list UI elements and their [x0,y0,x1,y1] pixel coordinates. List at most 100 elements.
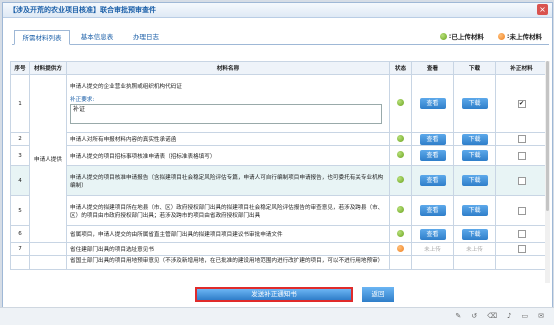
legend-uploaded-label: 已上传材料 [451,33,484,41]
header-status: 状态 [389,61,412,75]
download-button[interactable]: 下载 [461,150,488,161]
supplement-checkbox[interactable] [517,135,526,143]
not-uploaded-status-icon [397,244,404,252]
uploaded-status-icon [397,206,404,213]
download-cell: 下载 [453,225,496,243]
back-button[interactable]: 返回 [362,287,394,302]
status-cell [389,132,412,146]
supplement-checkbox[interactable] [517,245,526,253]
row-name: 申请人对所有申报材料内容的真实性承诺函 [66,132,390,146]
view-button[interactable]: 查看 [419,133,446,145]
supplement-checkbox-checked[interactable]: ✔ [517,99,526,108]
status-cell [389,242,412,256]
download-cell: 下载 [453,165,496,196]
legend-not-uploaded-label: 未上传材料 [509,33,543,41]
row-seq: 1 [10,74,30,133]
close-icon[interactable]: × [537,4,548,15]
supplement-remark-input[interactable]: 补证 [70,103,382,124]
table-row: 5 申请人提交的拟建项目所在地县（市、区）政府授权部门出具的拟建项目社会稳定风险… [10,195,548,226]
status-cell [389,165,412,196]
header-seq: 序号 [10,61,30,75]
view-not-uploaded: 未上传 [411,242,454,256]
tab-material-list[interactable]: 所需材料列表 [14,30,70,45]
view-cell: 查看 [411,165,454,196]
view-button[interactable]: 查看 [419,150,446,161]
header-name: 材料名称 [66,61,390,75]
uploaded-status-icon [397,151,404,158]
header-view: 查看 [411,61,454,75]
row-name-cell: 申请人提交的企业营业执照或组织机构代码证 补正要求: 补证 [66,74,390,133]
view-button[interactable]: 查看 [419,98,446,109]
not-uploaded-dot-icon [497,32,505,40]
supplement-checkbox[interactable] [517,230,526,238]
supplement-requirement-label: 补正要求: [70,96,95,103]
table-row-partial: 省国土部门出具的项目用地预审意见（不涉及新增用地，在已批准的建设用地范围内进行改… [10,255,548,270]
table-row: 7 省住建部门出具的项目选址意见书 未上传 未上传 [10,242,548,256]
row-seq: 3 [10,145,30,166]
provider-cell-empty [29,242,67,256]
uploaded-status-icon [397,229,404,237]
dialog-title: 【涉及开荒的农业项目核准】联合审批预审查件 [3,3,552,18]
view-cell: 查看 [411,195,454,226]
download-not-uploaded: 未上传 [453,242,496,256]
download-button[interactable]: 下载 [461,228,488,240]
provider-cell: 申请人提供 [29,74,67,243]
download-button[interactable]: 下载 [461,133,488,145]
scrollbar-thumb[interactable] [546,61,549,211]
supplement-cell [495,225,548,243]
screen-icon[interactable]: ▭ [522,312,529,320]
tab-basic-info[interactable]: 基本信息表 [74,30,120,44]
send-supplement-notice-button[interactable]: 发送补正通知书 [195,287,353,302]
row-name: 申请人提交的拟建项目所在地县（市、区）政府授权部门出具的拟建项目社会稳定风险评估… [66,195,390,226]
download-cell: 下载 [453,195,496,226]
row-seq: 2 [10,132,30,146]
provider-cell-empty [29,255,67,270]
delete-icon[interactable]: ⌫ [487,312,497,320]
view-button[interactable]: 查看 [419,205,446,216]
row-seq: 6 [10,225,30,243]
history-icon[interactable]: ↺ [471,312,477,320]
row-name: 申请人提交的企业营业执照或组织机构代码证 [70,83,182,90]
supplement-cell: ✔ [495,74,548,133]
volume-icon[interactable]: ♪ [507,312,511,320]
download-button[interactable]: 下载 [461,98,488,109]
taskbar: ✎ ↺ ⌫ ♪ ▭ ✉ [0,307,554,325]
view-button[interactable]: 查看 [419,175,446,186]
uploaded-status-icon [397,176,404,183]
view-cell: 查看 [411,225,454,243]
pin-icon[interactable]: ✎ [455,312,461,320]
tab-process-log[interactable]: 办理日志 [124,30,168,44]
table-row-highlighted: 4 申请人提交的项目核准申请报告（含拟建项目社会稳定风险评估专篇，申请人可自行编… [10,165,548,196]
supplement-cell [495,132,548,146]
mail-icon[interactable]: ✉ [538,312,544,320]
view-cell: 查看 [411,74,454,133]
row-seq-empty [10,255,30,270]
footer-buttons: 发送补正通知书 返回 [195,287,394,302]
header-provider: 材料提供方 [29,61,67,75]
view-cell: 查看 [411,132,454,146]
view-cell: 查看 [411,145,454,166]
table-row: 2 申请人对所有申报材料内容的真实性承诺函 查看 下载 [10,132,548,146]
download-button[interactable]: 下载 [461,205,488,216]
header-supplement: 补正材料 [495,61,548,75]
dialog-window: 【涉及开荒的农业项目核准】联合审批预审查件 × 所需材料列表 基本信息表 办理日… [2,2,553,308]
row-name: 省属项目，申请人提交的由所属省直主管部门出具的拟建项目项目建议书审批申请文件 [66,225,390,243]
download-button[interactable]: 下载 [461,175,488,186]
header-download: 下载 [453,61,496,75]
status-cell [389,74,412,133]
supplement-checkbox[interactable] [517,176,526,185]
supplement-cell [495,242,548,256]
table-row: 1 申请人提供 申请人提交的企业营业执照或组织机构代码证 补正要求: 补证 查看… [10,74,548,243]
status-cell [389,225,412,243]
vertical-scrollbar[interactable] [545,61,550,283]
download-cell: 下载 [453,74,496,133]
materials-table: 序号 材料提供方 材料名称 状态 查看 下载 补正材料 1 申请人提供 申请人提… [10,61,548,270]
row-seq: 7 [10,242,30,256]
supplement-cell [495,195,548,226]
supplement-cell [495,145,548,166]
supplement-checkbox[interactable] [517,206,526,215]
download-cell: 下载 [453,145,496,166]
view-button[interactable]: 查看 [419,228,446,240]
supplement-checkbox[interactable] [517,151,526,160]
supplement-cell [495,165,548,196]
